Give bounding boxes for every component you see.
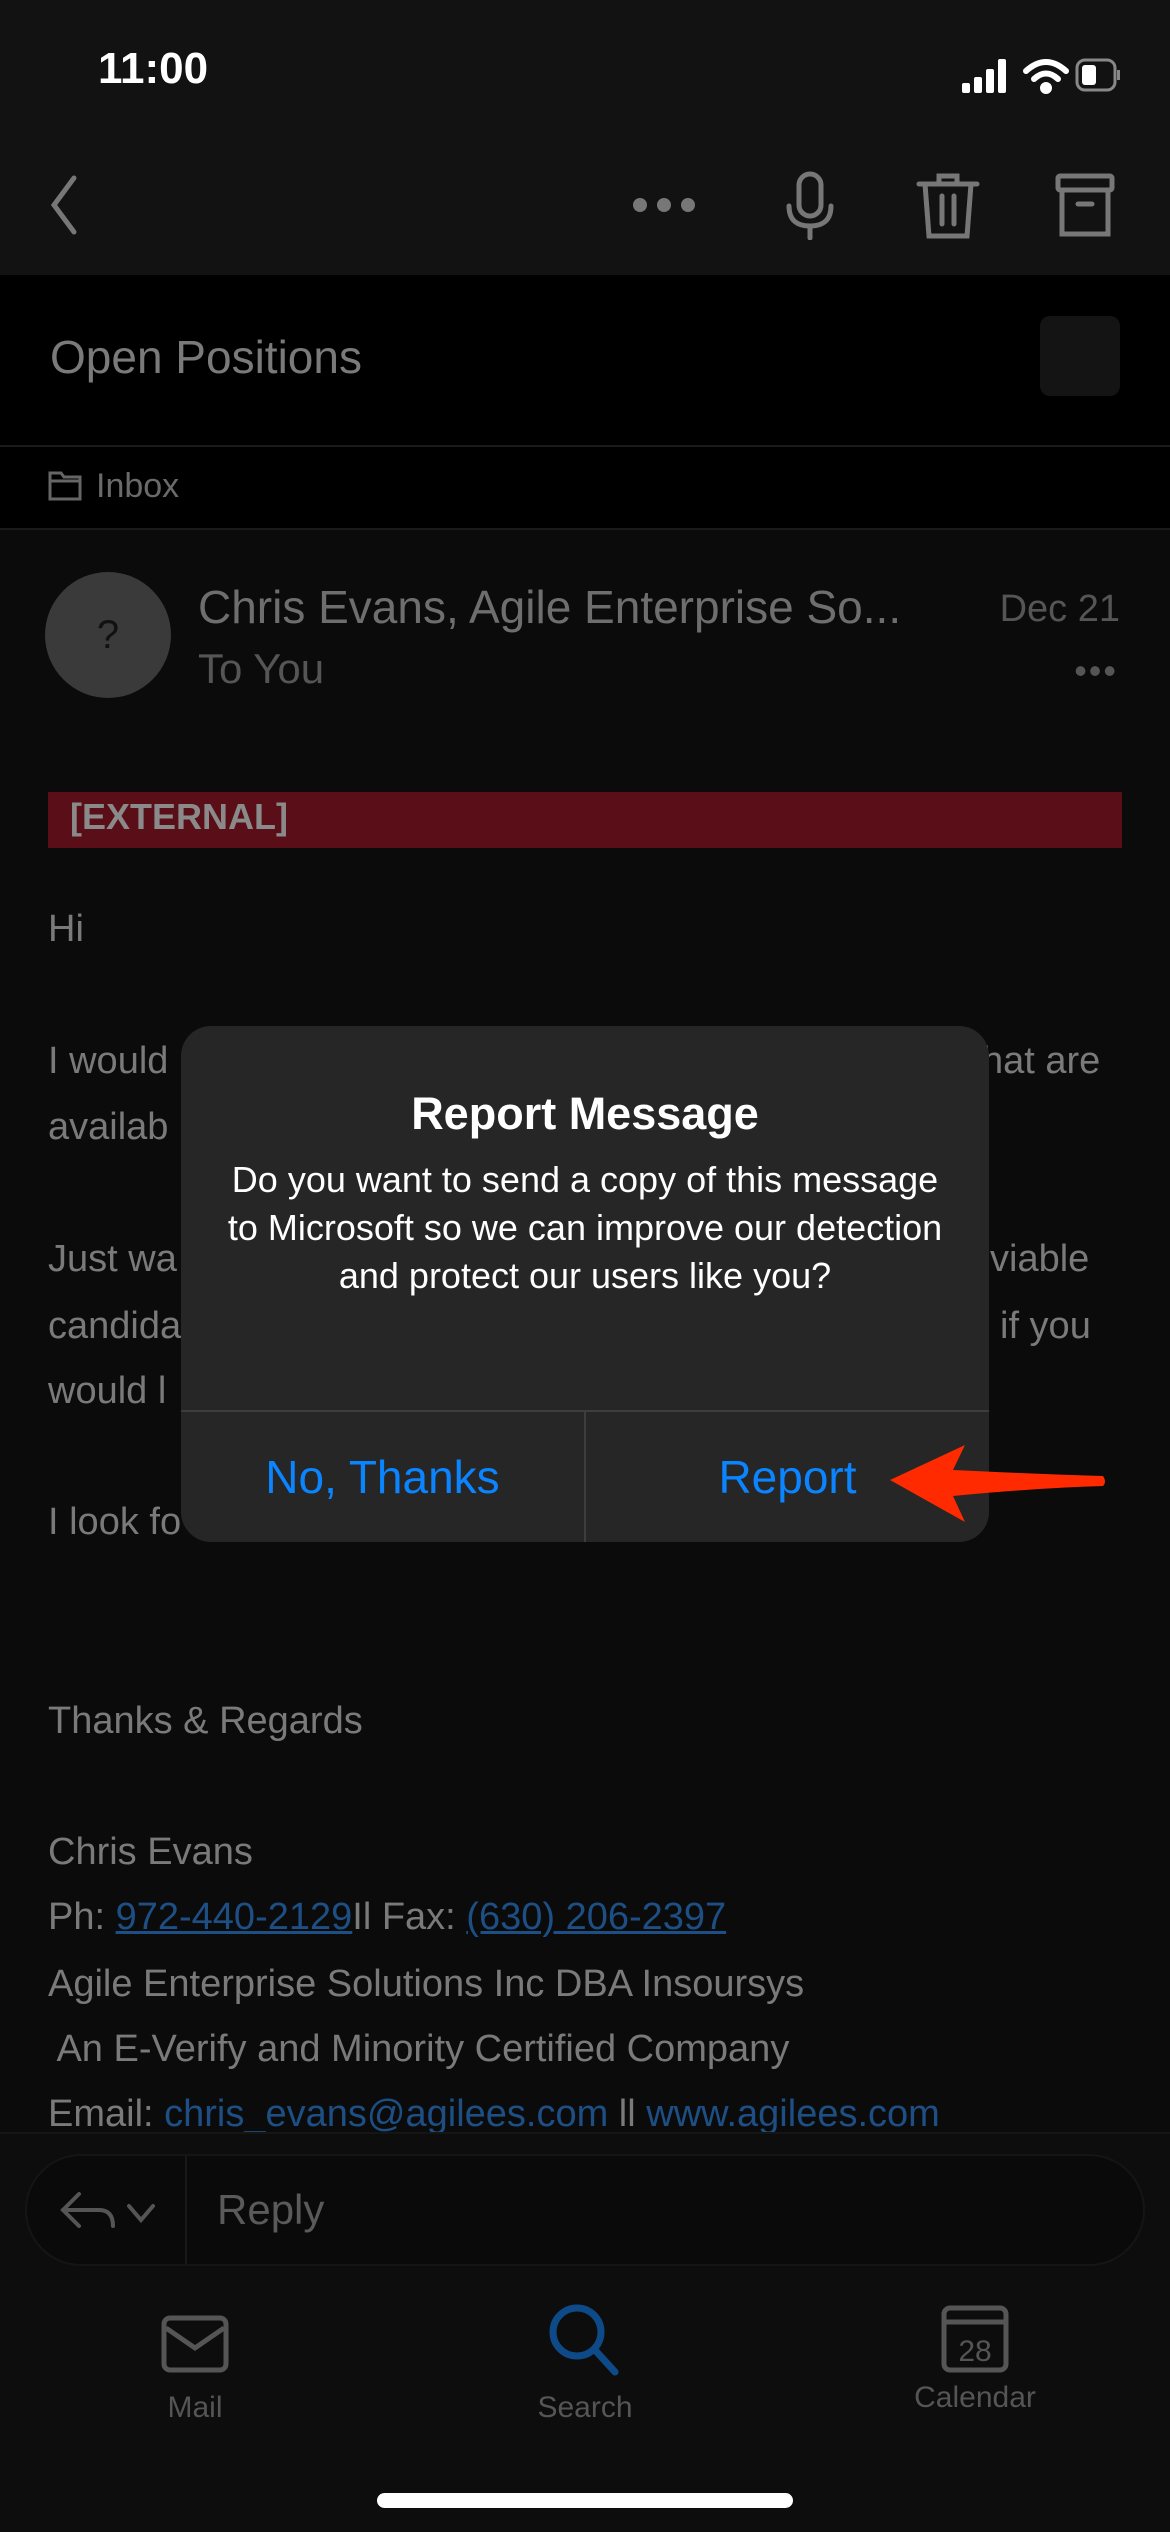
more-icon[interactable] (630, 170, 700, 240)
body-fragment: viable (990, 1238, 1090, 1280)
body-line: I look fo (48, 1501, 182, 1543)
cellular-signal-icon (962, 59, 1006, 93)
flag-button[interactable] (1040, 316, 1120, 396)
top-bar: 11:00 (0, 0, 1170, 275)
signature-company: Agile Enterprise Solutions Inc DBA Insou… (48, 1963, 805, 2005)
calendar-icon: 28 (941, 2305, 1009, 2373)
wifi-icon (1023, 59, 1069, 94)
status-icons (962, 58, 1120, 94)
search-icon (549, 2304, 619, 2376)
separator: ll (608, 2093, 647, 2135)
tab-calendar[interactable]: 28 Calendar (825, 2305, 1125, 2415)
message-date: Dec 21 (999, 588, 1120, 630)
mail-icon (161, 2315, 229, 2373)
bottom-area: Reply Mail Search 28 Calendar (0, 2132, 1170, 2532)
folder-label: Inbox (96, 467, 180, 505)
avatar[interactable]: ? (45, 572, 171, 698)
external-banner: [EXTERNAL] (48, 792, 1122, 848)
tab-label: Search (537, 2391, 633, 2424)
closing: Thanks & Regards (48, 1700, 363, 1742)
body-line: would l (48, 1370, 167, 1412)
trash-icon[interactable] (913, 170, 983, 240)
signature-phone-line: Ph: 972-440-2129Il Fax: (630) 206-2397 (48, 1896, 726, 1939)
signature-tagline: An E-Verify and Minority Certified Compa… (48, 2028, 790, 2070)
phone-label: Ph: (48, 1896, 116, 1938)
reply-input[interactable]: Reply (217, 2186, 324, 2234)
tab-mail[interactable]: Mail (45, 2314, 345, 2425)
reply-icon[interactable] (57, 2186, 157, 2236)
home-indicator (377, 2493, 793, 2508)
sender-name[interactable]: Chris Evans, Agile Enterprise So... (198, 580, 901, 634)
red-arrow-annotation-icon (890, 1445, 1105, 1522)
archive-icon[interactable] (1050, 170, 1120, 240)
divider (185, 2156, 187, 2264)
back-chevron-icon[interactable] (40, 170, 110, 240)
body-line: Hi (48, 908, 84, 950)
signature-email-line: Email: chris_evans@agilees.com ll www.ag… (48, 2093, 940, 2136)
folder-icon (48, 471, 82, 501)
body-line: Just wa (48, 1238, 177, 1280)
phone-link[interactable]: 972-440-2129 (116, 1896, 353, 1938)
battery-icon (1075, 58, 1120, 92)
svg-text:28: 28 (958, 2335, 991, 2368)
tab-label: Calendar (914, 2381, 1036, 2414)
tab-label: Mail (167, 2391, 223, 2424)
body-line: I would (48, 1040, 169, 1082)
tab-search[interactable]: Search (435, 2304, 735, 2425)
fax-link[interactable]: (630) 206-2397 (466, 1896, 726, 1938)
folder-row[interactable]: Inbox (0, 447, 1170, 530)
dialog-message: Do you want to send a copy of this messa… (227, 1159, 943, 1296)
body-fragment: if you (1000, 1305, 1091, 1347)
no-thanks-button[interactable]: No, Thanks (181, 1412, 584, 1542)
subject-header: Open Positions (0, 275, 1170, 447)
website-link[interactable]: www.agilees.com (646, 2093, 940, 2135)
dialog-title: Report Message (411, 1088, 759, 1139)
reply-bar[interactable]: Reply (25, 2154, 1145, 2266)
subject-title: Open Positions (50, 331, 362, 383)
email-label: Email: (48, 2093, 165, 2135)
email-link[interactable]: chris_evans@agilees.com (164, 2093, 608, 2135)
message-more-button[interactable]: ••• (1074, 650, 1118, 692)
report-message-dialog: Report Message Do you want to send a cop… (181, 1026, 989, 1542)
microphone-icon[interactable] (775, 170, 845, 240)
body-line: candida (48, 1305, 182, 1347)
signature-name: Chris Evans (48, 1831, 253, 1873)
body-line: availab (48, 1106, 169, 1148)
body-fragment: hat are (982, 1040, 1101, 1082)
status-time: 11:00 (98, 44, 209, 93)
fax-label: Il Fax: (352, 1896, 467, 1938)
recipient: To You (198, 645, 325, 692)
